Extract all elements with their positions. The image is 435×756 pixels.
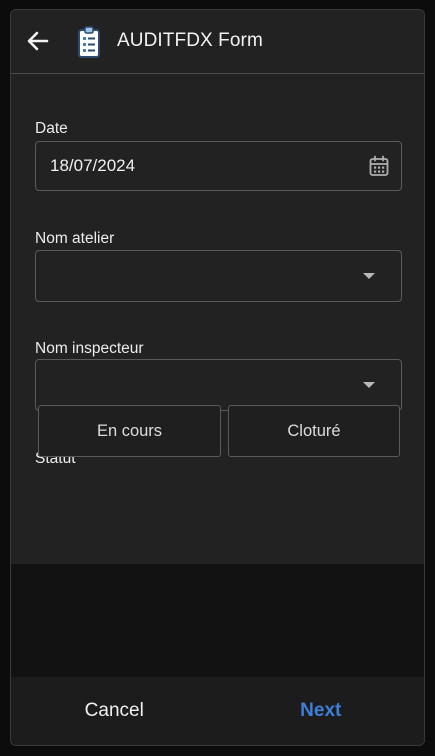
clipboard-icon — [78, 26, 100, 58]
form-body: Date 18/07/2024 Nom atelier Nom inspecte… — [11, 74, 424, 564]
form-window: AUDITFDX Form Date 18/07/2024 Nom atelie… — [10, 9, 425, 746]
page-title: AUDITFDX Form — [117, 30, 263, 51]
date-value: 18/07/2024 — [50, 156, 136, 175]
nom-inspecteur-label: Nom inspecteur — [35, 340, 144, 357]
nom-inspecteur-select[interactable] — [35, 359, 402, 411]
nom-atelier-label: Nom atelier — [35, 230, 115, 247]
cancel-button[interactable]: Cancel — [11, 677, 218, 745]
date-label: Date — [35, 120, 68, 137]
footer-bar: Cancel Next — [11, 677, 424, 745]
calendar-icon[interactable] — [369, 155, 389, 177]
arrow-left-icon[interactable] — [25, 28, 51, 54]
status-option-en-cours[interactable]: En cours — [38, 405, 221, 457]
date-field[interactable]: 18/07/2024 — [35, 141, 402, 191]
status-option-cloture[interactable]: Cloturé — [228, 405, 400, 457]
chevron-down-icon — [363, 382, 375, 388]
nom-atelier-select[interactable] — [35, 250, 402, 302]
app-header: AUDITFDX Form — [11, 10, 424, 74]
next-button[interactable]: Next — [218, 677, 425, 745]
chevron-down-icon — [363, 273, 375, 279]
